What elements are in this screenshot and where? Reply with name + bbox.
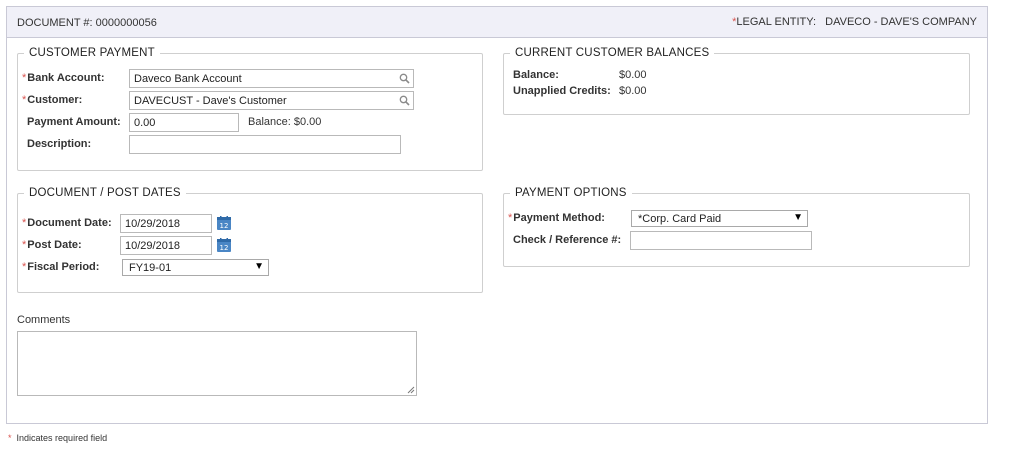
current-balance-label: Balance: [513,69,559,81]
document-post-dates-section: DOCUMENT / POST DATES [17,187,483,293]
calendar-icon[interactable]: 12 [216,237,232,253]
payment-amount-field[interactable]: 0.00 [129,113,239,132]
document-date-field[interactable]: 10/29/2018 [120,214,212,233]
required-asterisk: * [8,433,12,443]
required-note-text: Indicates required field [16,433,108,443]
document-date-label: *Document Date: [22,217,112,229]
payment-balance: Balance: $0.00 [248,116,321,128]
customer-payment-legend: CUSTOMER PAYMENT [29,47,155,59]
payment-balance-label: Balance: [248,116,291,128]
search-icon[interactable] [399,95,410,106]
payment-form-panel: DOCUMENT #: 0000000056 *LEGAL ENTITY: DA… [6,6,988,424]
post-date-field[interactable]: 10/29/2018 [120,236,212,255]
comments-textarea[interactable] [17,331,417,396]
current-balances-section: CURRENT CUSTOMER BALANCES [503,47,970,115]
bank-account-field[interactable]: Daveco Bank Account [129,69,414,88]
payment-amount-label: Payment Amount: [27,116,121,128]
calendar-icon[interactable]: 12 [216,215,232,231]
description-label: Description: [27,138,92,150]
description-field[interactable] [129,135,401,154]
svg-text:12: 12 [220,244,229,252]
legal-entity-value: DAVECO - DAVE'S COMPANY [825,16,977,28]
unapplied-credits-value: $0.00 [619,85,647,97]
resize-grip-icon[interactable] [407,386,415,394]
document-number-label: DOCUMENT #: [17,17,93,29]
current-balances-legend: CURRENT CUSTOMER BALANCES [515,47,710,59]
payment-method-label: *Payment Method: [508,212,605,224]
dropdown-arrow-icon: ▼ [793,212,803,223]
search-icon[interactable] [399,73,410,84]
payment-method-select[interactable]: *Corp. Card Paid ▼ [631,210,808,227]
check-reference-field[interactable] [630,231,812,250]
svg-text:12: 12 [220,222,229,230]
document-number: DOCUMENT #: 0000000056 [17,17,157,29]
dropdown-arrow-icon: ▼ [254,261,264,272]
document-number-value: 0000000056 [95,17,157,29]
post-date-label: *Post Date: [22,239,82,251]
fiscal-period-select[interactable]: FY19-01 ▼ [122,259,269,276]
payment-options-legend: PAYMENT OPTIONS [515,187,627,199]
current-balance-value: $0.00 [619,69,647,81]
check-reference-label: Check / Reference #: [513,234,622,246]
legal-entity-label: LEGAL ENTITY: [736,16,817,28]
fiscal-period-label: *Fiscal Period: [22,261,100,273]
bank-account-label: *Bank Account: [22,72,105,84]
document-header-bar: DOCUMENT #: 0000000056 *LEGAL ENTITY: DA… [7,7,987,38]
customer-field[interactable]: DAVECUST - Dave's Customer [129,91,414,110]
document-post-dates-legend: DOCUMENT / POST DATES [29,187,181,199]
customer-label: *Customer: [22,94,83,106]
unapplied-credits-label: Unapplied Credits: [513,85,611,97]
payment-balance-value: $0.00 [293,116,322,128]
comments-label: Comments [17,314,71,326]
required-field-note: * Indicates required field [8,433,107,443]
legal-entity: *LEGAL ENTITY: DAVECO - DAVE'S COMPANY [732,16,977,28]
payment-options-section: PAYMENT OPTIONS [503,187,970,267]
